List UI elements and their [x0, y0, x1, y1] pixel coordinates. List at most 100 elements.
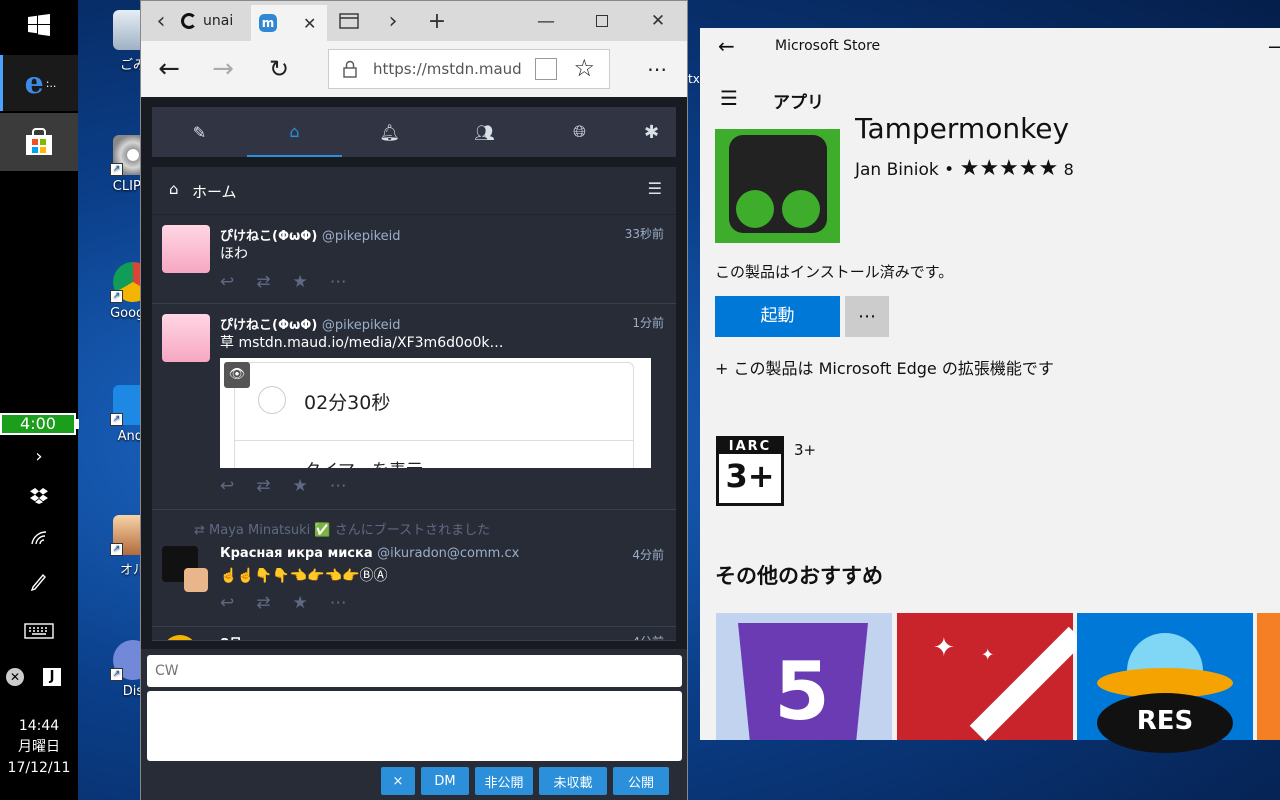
status-display-name[interactable]: ぴけねこ(ΦωΦ) @pikepikeid — [220, 314, 401, 333]
taskbar-edge[interactable]: e :.. — [0, 55, 78, 111]
app-j-icon[interactable]: J — [43, 668, 61, 686]
back-button[interactable]: ← — [153, 53, 185, 85]
compose-pencil-icon[interactable]: ✎ — [152, 107, 247, 157]
status-display-name[interactable]: 8月 — [220, 633, 242, 640]
tab-close-icon[interactable]: ✕ — [303, 14, 316, 33]
status-time[interactable]: 4分前 — [632, 633, 664, 640]
visibility-cancel-button[interactable]: × — [381, 767, 415, 795]
media-timer-text: 02分30秒 — [304, 392, 391, 414]
reply-icon[interactable]: ↩ — [220, 272, 234, 292]
dropbox-icon[interactable] — [0, 485, 78, 507]
sparkle-icon: ✦ — [933, 633, 955, 663]
home-icon[interactable]: ⌂ — [247, 107, 342, 157]
shortcut-arrow-icon: ↗ — [110, 668, 123, 681]
boost-icon[interactable]: ⇄ — [256, 272, 270, 292]
favourite-star-icon[interactable]: ★ — [293, 476, 308, 496]
edge-icon: e — [24, 65, 44, 101]
mastodon-icon: m — [259, 14, 277, 32]
shortcut-arrow-icon: ↗ — [110, 543, 123, 556]
app-publisher[interactable]: Jan Biniok — [855, 160, 939, 180]
microsoft-store-window: ← Microsoft Store — ☰ アプリ Tampermonkey J… — [700, 28, 1280, 753]
status-display-name[interactable]: ぴけねこ(ΦωΦ) @pikepikeid — [220, 225, 401, 244]
clock[interactable]: 14:44 月曜日 17/12/11 — [0, 716, 78, 779]
shortcut-arrow-icon: ↗ — [110, 413, 123, 426]
avatar[interactable] — [162, 635, 198, 640]
keyboard-icon[interactable] — [0, 620, 78, 642]
more-options-button[interactable]: ⋯ — [845, 296, 889, 337]
status-textarea[interactable] — [147, 691, 682, 761]
url-text: https://mstdn.maud — [373, 60, 522, 78]
status-time[interactable]: 1分前 — [632, 314, 664, 331]
tab-scroll-left-button[interactable]: ‹ — [149, 7, 173, 35]
boost-icon[interactable]: ⇄ — [256, 476, 270, 496]
more-menu-button[interactable]: ⋯ — [641, 53, 673, 85]
store-close-icon[interactable]: — — [1268, 34, 1280, 58]
status-display-name[interactable]: Красная икра миска @ikuradon@comm.cx — [220, 546, 519, 561]
status-time[interactable]: 33秒前 — [625, 225, 664, 242]
iarc-rating-badge: IARC 3+ — [716, 436, 784, 506]
start-button[interactable] — [0, 5, 78, 45]
pen-icon[interactable] — [0, 570, 78, 592]
tab-inactive[interactable]: unai — [175, 5, 245, 37]
close-window-button[interactable]: ✕ — [643, 7, 673, 35]
reply-icon[interactable]: ↩ — [220, 593, 234, 613]
boost-icon[interactable]: ⇄ — [256, 593, 270, 613]
chevron-right-icon[interactable]: › — [0, 445, 78, 467]
address-bar[interactable]: https://mstdn.maud ☆ — [328, 49, 610, 89]
favourite-star-icon[interactable]: ★ — [293, 272, 308, 292]
avatar[interactable] — [162, 225, 210, 273]
globe-icon[interactable]: 🌐︎ — [532, 107, 627, 157]
cw-input[interactable] — [147, 655, 682, 687]
store-back-button[interactable]: ← — [718, 34, 735, 58]
store-nav-apps[interactable]: アプリ — [773, 88, 824, 113]
asterisk-menu-icon[interactable]: ✱ — [627, 107, 676, 157]
favorite-star-icon[interactable]: ☆ — [573, 54, 595, 82]
visibility-private-button[interactable]: 非公開 — [475, 767, 533, 795]
status-time[interactable]: 4分前 — [632, 546, 664, 563]
notifications-bell-icon[interactable]: 🔔︎ — [342, 107, 437, 157]
taskbar-store[interactable] — [0, 113, 78, 171]
recommendation-tile-res[interactable]: RES — [1077, 613, 1253, 753]
store-title: Microsoft Store — [775, 38, 881, 54]
refresh-button[interactable]: ↻ — [263, 53, 295, 85]
logo-eye-right — [782, 190, 820, 228]
more-icon[interactable]: ⋯ — [330, 593, 347, 613]
new-tab-button[interactable]: + — [423, 7, 451, 35]
column-header: ⌂ ホーム ☰ — [152, 167, 676, 215]
close-icon[interactable]: ✕ — [6, 668, 24, 686]
launch-button[interactable]: 起動 — [715, 296, 840, 337]
media-attachment[interactable]: 02分30秒 タイマーを表示 👁︎ — [220, 358, 651, 468]
visibility-unlisted-button[interactable]: 未収載 — [539, 767, 607, 795]
tab-active[interactable]: m ✕ — [251, 5, 327, 41]
reading-view-icon[interactable] — [535, 58, 557, 80]
tab-preview-icon[interactable] — [337, 9, 361, 33]
ufo-dome-icon — [1127, 633, 1203, 673]
status-item[interactable]: ぴけねこ(ΦωΦ) @pikepikeid 33秒前 ほわ ↩ ⇄ ★ ⋯ — [152, 215, 676, 304]
favourite-star-icon[interactable]: ★ — [293, 593, 308, 613]
reply-icon[interactable]: ↩ — [220, 476, 234, 496]
column-settings-icon[interactable]: ☰ — [648, 179, 662, 198]
maximize-button[interactable] — [587, 7, 617, 35]
status-item[interactable]: ⇄ Maya Minatsuki ✅ さんにブーストされました Красная … — [152, 510, 676, 627]
clock-icon — [258, 386, 286, 414]
recommendation-tile-partial[interactable] — [1257, 613, 1280, 740]
minimize-button[interactable]: — — [531, 7, 561, 35]
more-icon[interactable]: ⋯ — [330, 476, 347, 496]
status-item[interactable]: ぴけねこ(ΦωΦ) @pikepikeid 1分前 草 mstdn.maud.i… — [152, 304, 676, 510]
recommendation-tile-html5[interactable]: 5 — [716, 613, 892, 740]
column-title: ホーム — [192, 183, 237, 201]
battery-indicator[interactable]: 4:00 — [0, 413, 76, 435]
avatar-booster[interactable] — [184, 568, 208, 592]
wifi-icon[interactable] — [0, 527, 78, 549]
avatar[interactable] — [162, 314, 210, 362]
tab-scroll-right-button[interactable]: › — [381, 7, 405, 35]
hamburger-menu-icon[interactable]: ☰ — [720, 86, 738, 110]
forward-button[interactable]: → — [207, 53, 239, 85]
visibility-public-button[interactable]: 公開 — [613, 767, 669, 795]
visibility-direct-button[interactable]: DM — [421, 767, 469, 795]
more-icon[interactable]: ⋯ — [330, 272, 347, 292]
recommendation-tile-magic-wand[interactable]: ✦ ✦ — [897, 613, 1085, 742]
status-item[interactable]: 8月 4分前 — [152, 627, 676, 641]
toggle-visibility-eye-icon[interactable]: 👁︎ — [224, 362, 250, 388]
local-users-icon[interactable]: 👥︎ — [437, 107, 532, 157]
